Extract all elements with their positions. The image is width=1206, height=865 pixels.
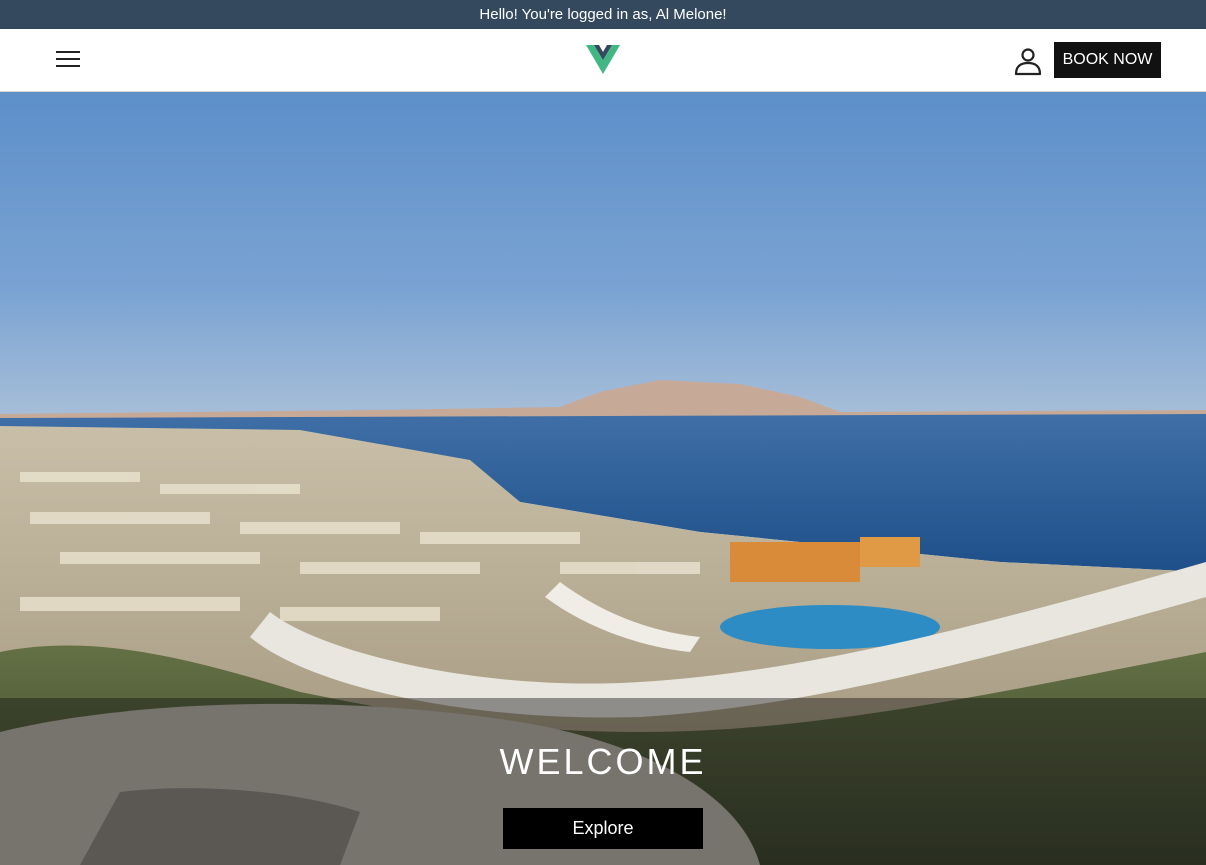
login-greeting-text: Hello! You're logged in as, Al Melone! — [479, 6, 727, 23]
site-header: BOOK NOW — [0, 29, 1206, 92]
book-now-button[interactable]: BOOK NOW — [1054, 42, 1161, 78]
hamburger-menu-icon[interactable] — [54, 48, 82, 70]
hero-section: WELCOME Explore — [0, 92, 1206, 865]
vue-logo-icon[interactable] — [586, 45, 620, 74]
explore-button[interactable]: Explore — [503, 808, 703, 849]
login-greeting-banner: Hello! You're logged in as, Al Melone! — [0, 0, 1206, 29]
welcome-title: WELCOME — [499, 741, 707, 782]
user-account-icon[interactable] — [1012, 46, 1044, 76]
